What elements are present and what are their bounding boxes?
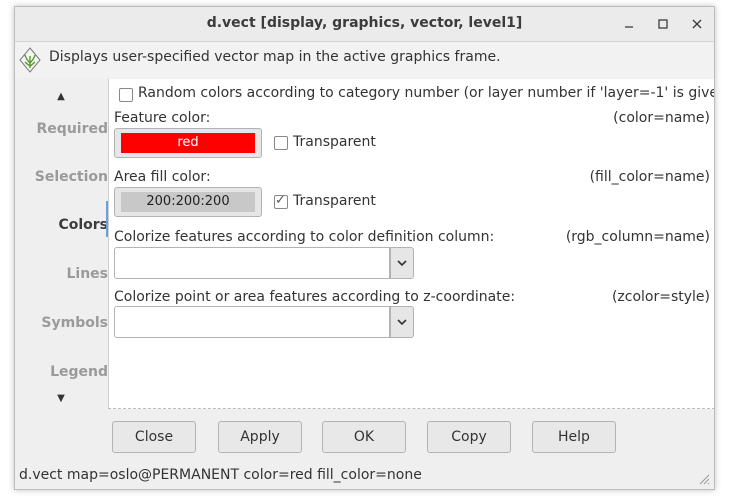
tab-sidebar: ▲ Required Selection Colors Lines Symbol… — [15, 79, 108, 409]
button-row: Close Apply OK Copy Help — [15, 409, 714, 465]
tab-selection[interactable]: Selection — [15, 169, 108, 185]
close-button[interactable]: Close — [112, 421, 196, 453]
chevron-down-icon — [397, 319, 407, 326]
feature-color-picker[interactable]: red — [114, 128, 262, 158]
command-status: d.vect map=oslo@PERMANENT color=red fill… — [19, 467, 422, 483]
tab-colors[interactable]: Colors — [15, 217, 108, 233]
help-button[interactable]: Help — [532, 421, 616, 453]
scroll-down-icon[interactable]: ▼ — [55, 393, 67, 404]
window-title: d.vect [display, graphics, vector, level… — [206, 15, 523, 31]
resize-grip-icon[interactable] — [698, 473, 710, 485]
random-colors-checkbox[interactable] — [119, 88, 133, 102]
tab-symbols[interactable]: Symbols — [15, 315, 108, 331]
description-row: Displays user-specified vector map in th… — [15, 42, 714, 78]
zcolor-label: Colorize point or area features accordin… — [114, 289, 516, 305]
maximize-icon[interactable] — [652, 13, 674, 35]
feature-transparent-checkbox[interactable] — [274, 136, 288, 150]
feature-color-param: (color=name) — [613, 110, 710, 126]
module-description: Displays user-specified vector map in th… — [49, 49, 501, 65]
chevron-down-icon — [397, 260, 407, 267]
fill-color-picker[interactable]: 200:200:200 — [114, 187, 262, 217]
rgb-column-label: Colorize features according to color def… — [114, 229, 495, 245]
copy-button[interactable]: Copy — [427, 421, 511, 453]
close-icon[interactable] — [686, 13, 708, 35]
rgb-column-combobox[interactable] — [114, 247, 390, 279]
fill-transparent-label: Transparent — [293, 193, 376, 209]
fill-color-value: 200:200:200 — [121, 192, 255, 212]
fill-color-label: Area fill color: — [114, 169, 211, 185]
fill-transparent-checkbox[interactable] — [274, 193, 288, 209]
apply-button[interactable]: Apply — [218, 421, 302, 453]
colors-panel: Random colors according to category numb… — [108, 79, 715, 409]
grass-logo-icon — [19, 47, 41, 73]
title-bar[interactable]: d.vect [display, graphics, vector, level… — [15, 7, 714, 42]
zcolor-dropdown-button[interactable] — [390, 306, 414, 338]
feature-transparent-label: Transparent — [293, 134, 376, 150]
zcolor-combobox[interactable] — [114, 306, 390, 338]
random-colors-label: Random colors according to category numb… — [138, 85, 715, 101]
scroll-up-icon[interactable]: ▲ — [55, 91, 67, 102]
minimize-icon[interactable] — [618, 13, 640, 35]
fill-color-param: (fill_color=name) — [589, 169, 710, 185]
tab-lines[interactable]: Lines — [15, 266, 108, 282]
zcolor-param: (zcolor=style) — [611, 289, 710, 305]
feature-color-value: red — [121, 133, 255, 153]
feature-color-label: Feature color: — [114, 110, 211, 126]
ok-button[interactable]: OK — [322, 421, 406, 453]
dialog-window: d.vect [display, graphics, vector, level… — [14, 6, 715, 490]
tab-legend[interactable]: Legend — [15, 364, 108, 380]
rgb-column-param: (rgb_column=name) — [565, 229, 710, 245]
rgb-column-dropdown-button[interactable] — [390, 247, 414, 279]
tab-required[interactable]: Required — [15, 121, 108, 137]
